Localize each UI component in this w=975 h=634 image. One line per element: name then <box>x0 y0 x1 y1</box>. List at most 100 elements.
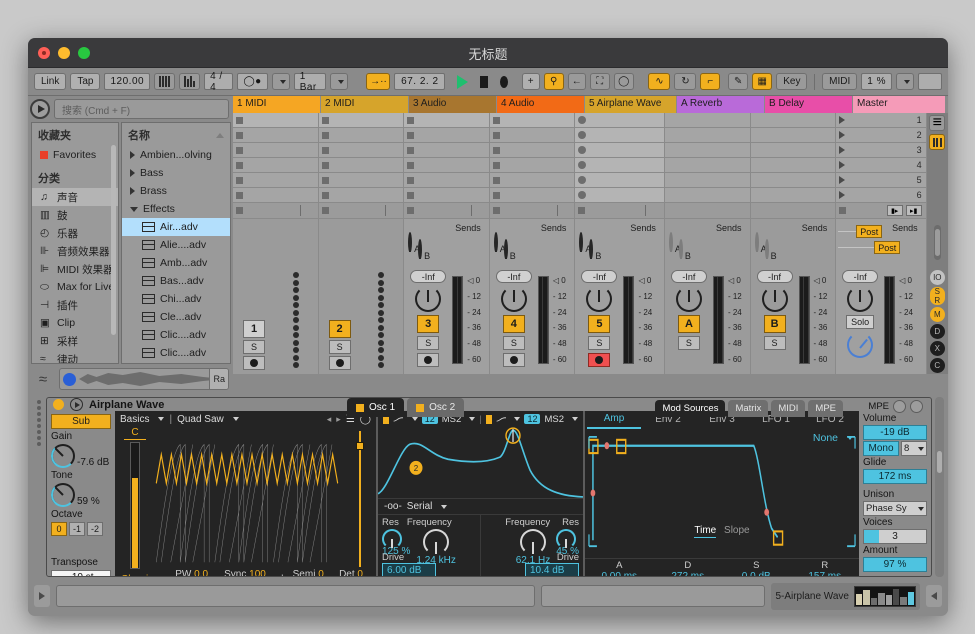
stop-clip-icon[interactable] <box>493 177 500 184</box>
expand-arrow-icon[interactable] <box>34 585 50 607</box>
track-header-5[interactable]: 5 Airplane Wave <box>585 96 677 113</box>
clip-slot[interactable] <box>233 143 318 158</box>
tab-midi[interactable]: MIDI <box>771 400 805 417</box>
solo-button-4[interactable]: S <box>503 336 525 350</box>
arm-button-2[interactable] <box>329 356 351 370</box>
stop-clip-icon[interactable] <box>493 192 500 199</box>
scene-play-icon[interactable] <box>839 131 845 139</box>
metronome-pattern-icon[interactable] <box>179 73 200 90</box>
list-item[interactable]: Clic....adv <box>122 326 230 344</box>
send-b-knob[interactable] <box>765 239 769 260</box>
filter-1-res-knob[interactable] <box>382 529 402 549</box>
metronome-icon[interactable] <box>154 73 175 90</box>
track-stop-row[interactable] <box>404 203 489 219</box>
stop-clip-icon[interactable] <box>493 117 500 124</box>
track-activator-1[interactable]: 1 <box>243 320 265 338</box>
record-clip-icon[interactable] <box>578 191 586 199</box>
record-icon[interactable] <box>500 76 508 88</box>
send-a-knob[interactable] <box>494 232 498 253</box>
solo-button-return-b[interactable]: S <box>764 336 786 350</box>
stop-clip-icon[interactable] <box>407 147 414 154</box>
sustain-cell[interactable]: S 0.0 dB <box>722 560 791 577</box>
clip-slot[interactable] <box>233 128 318 143</box>
keyboard-icon[interactable]: ▦ <box>752 73 772 90</box>
scene-row[interactable]: 6 <box>836 188 925 203</box>
ramp-icon[interactable]: ⌐ <box>700 73 720 90</box>
sidebar-item-sounds[interactable]: ♫ 声音 <box>32 188 118 206</box>
stop-clip-icon[interactable] <box>322 117 329 124</box>
send-a-knob[interactable] <box>755 232 759 253</box>
stop-clip-icon[interactable] <box>236 132 243 139</box>
headphone-icon[interactable] <box>63 373 76 386</box>
filter-1-freq-knob[interactable] <box>423 529 449 555</box>
send-b-knob[interactable] <box>589 239 593 260</box>
clip-slot[interactable] <box>404 158 489 173</box>
search-input[interactable]: 搜索 (Cmd + F) <box>54 99 229 119</box>
solo-rail-stack[interactable]: S R <box>930 287 945 305</box>
tab-matrix[interactable]: Matrix <box>728 400 768 417</box>
stop-clip-icon[interactable] <box>236 192 243 199</box>
arm-button-4[interactable] <box>503 353 525 367</box>
browser-scrollbar[interactable] <box>111 145 116 335</box>
scene-play-icon[interactable] <box>839 146 845 154</box>
current-device-indicator[interactable]: 5-Airplane Wave <box>771 583 920 610</box>
track-header-1[interactable]: 1 MIDI <box>233 96 321 113</box>
play-icon[interactable] <box>457 75 468 89</box>
track-header-3[interactable]: 3 Audio <box>409 96 497 113</box>
decay-cell[interactable]: D 272 ms <box>654 560 723 577</box>
track-stop-row[interactable] <box>319 203 404 219</box>
clip-slot[interactable] <box>404 128 489 143</box>
chevron-down-icon[interactable] <box>918 507 924 511</box>
track-stop-row[interactable] <box>490 203 575 219</box>
sidebar-item-plugins[interactable]: ⊣ 插件 <box>32 296 118 314</box>
clip-slot[interactable] <box>233 188 318 203</box>
volume-value-return-a[interactable]: -Inf <box>671 270 707 283</box>
clip-slot[interactable] <box>575 158 664 173</box>
stop-clip-icon[interactable] <box>322 132 329 139</box>
track-activator-5[interactable]: 5 <box>588 315 610 333</box>
stop-clip-icon[interactable] <box>407 132 414 139</box>
master-header[interactable]: Master <box>853 96 946 113</box>
quantization-field[interactable]: 1 Bar <box>294 73 326 90</box>
clip-slot[interactable] <box>404 143 489 158</box>
clip-slot[interactable] <box>319 128 404 143</box>
filter-2-freq-knob[interactable] <box>520 529 546 555</box>
filter-2-shape-icon[interactable] <box>496 415 507 424</box>
chevron-down-icon[interactable] <box>233 417 239 421</box>
pan-knob-master[interactable] <box>847 286 873 312</box>
track-activator-2[interactable]: 2 <box>329 320 351 338</box>
clip-slot[interactable] <box>319 158 404 173</box>
pan-knob-4[interactable] <box>501 286 527 312</box>
list-item[interactable]: Cna...adv <box>122 362 230 364</box>
chevron-right-icon[interactable] <box>130 151 135 159</box>
scene-row[interactable]: 2 <box>836 128 925 143</box>
solo-button-return-a[interactable]: S <box>678 336 700 350</box>
follow-dropdown[interactable] <box>272 73 290 90</box>
osc-amount-slider[interactable] <box>349 427 371 571</box>
link-button[interactable]: Link <box>34 73 66 90</box>
filter-1-drive-value[interactable]: 6.00 dB <box>382 563 436 577</box>
chevron-right-icon[interactable] <box>130 169 135 177</box>
sidebar-item-clip[interactable]: ▣ Clip <box>32 314 118 332</box>
io-toggle[interactable]: IO <box>930 270 945 285</box>
cue-volume-knob[interactable] <box>847 332 873 358</box>
record-clip-icon[interactable] <box>578 161 586 169</box>
list-item-selected[interactable]: Air...adv <box>122 218 230 236</box>
device-volume-field[interactable]: -19 dB <box>863 425 927 440</box>
record-clip-icon[interactable] <box>578 146 586 154</box>
master-stop-row[interactable]: ▮▸ ▸▮ <box>836 203 925 219</box>
attack-cell[interactable]: A 0.00 ms <box>585 560 654 577</box>
clip-slot[interactable] <box>490 158 575 173</box>
chevron-down-icon[interactable] <box>441 505 447 509</box>
follow-icon[interactable]: ◯● <box>237 73 267 90</box>
osc-mode[interactable]: Classic <box>121 574 153 577</box>
record-clip-icon[interactable] <box>578 116 586 124</box>
list-item[interactable]: Amb...adv <box>122 254 230 272</box>
device-drag-handle[interactable] <box>32 397 46 577</box>
stop-clip-icon[interactable] <box>407 177 414 184</box>
filter-2-slope[interactable]: 12 <box>524 414 540 424</box>
sidebar-item-midi-effects[interactable]: ⊫ MIDI 效果器 <box>32 260 118 278</box>
volume-value-3[interactable]: -Inf <box>410 270 446 283</box>
stop-clip-icon[interactable] <box>493 147 500 154</box>
pan-knob-return-b[interactable] <box>762 286 788 312</box>
